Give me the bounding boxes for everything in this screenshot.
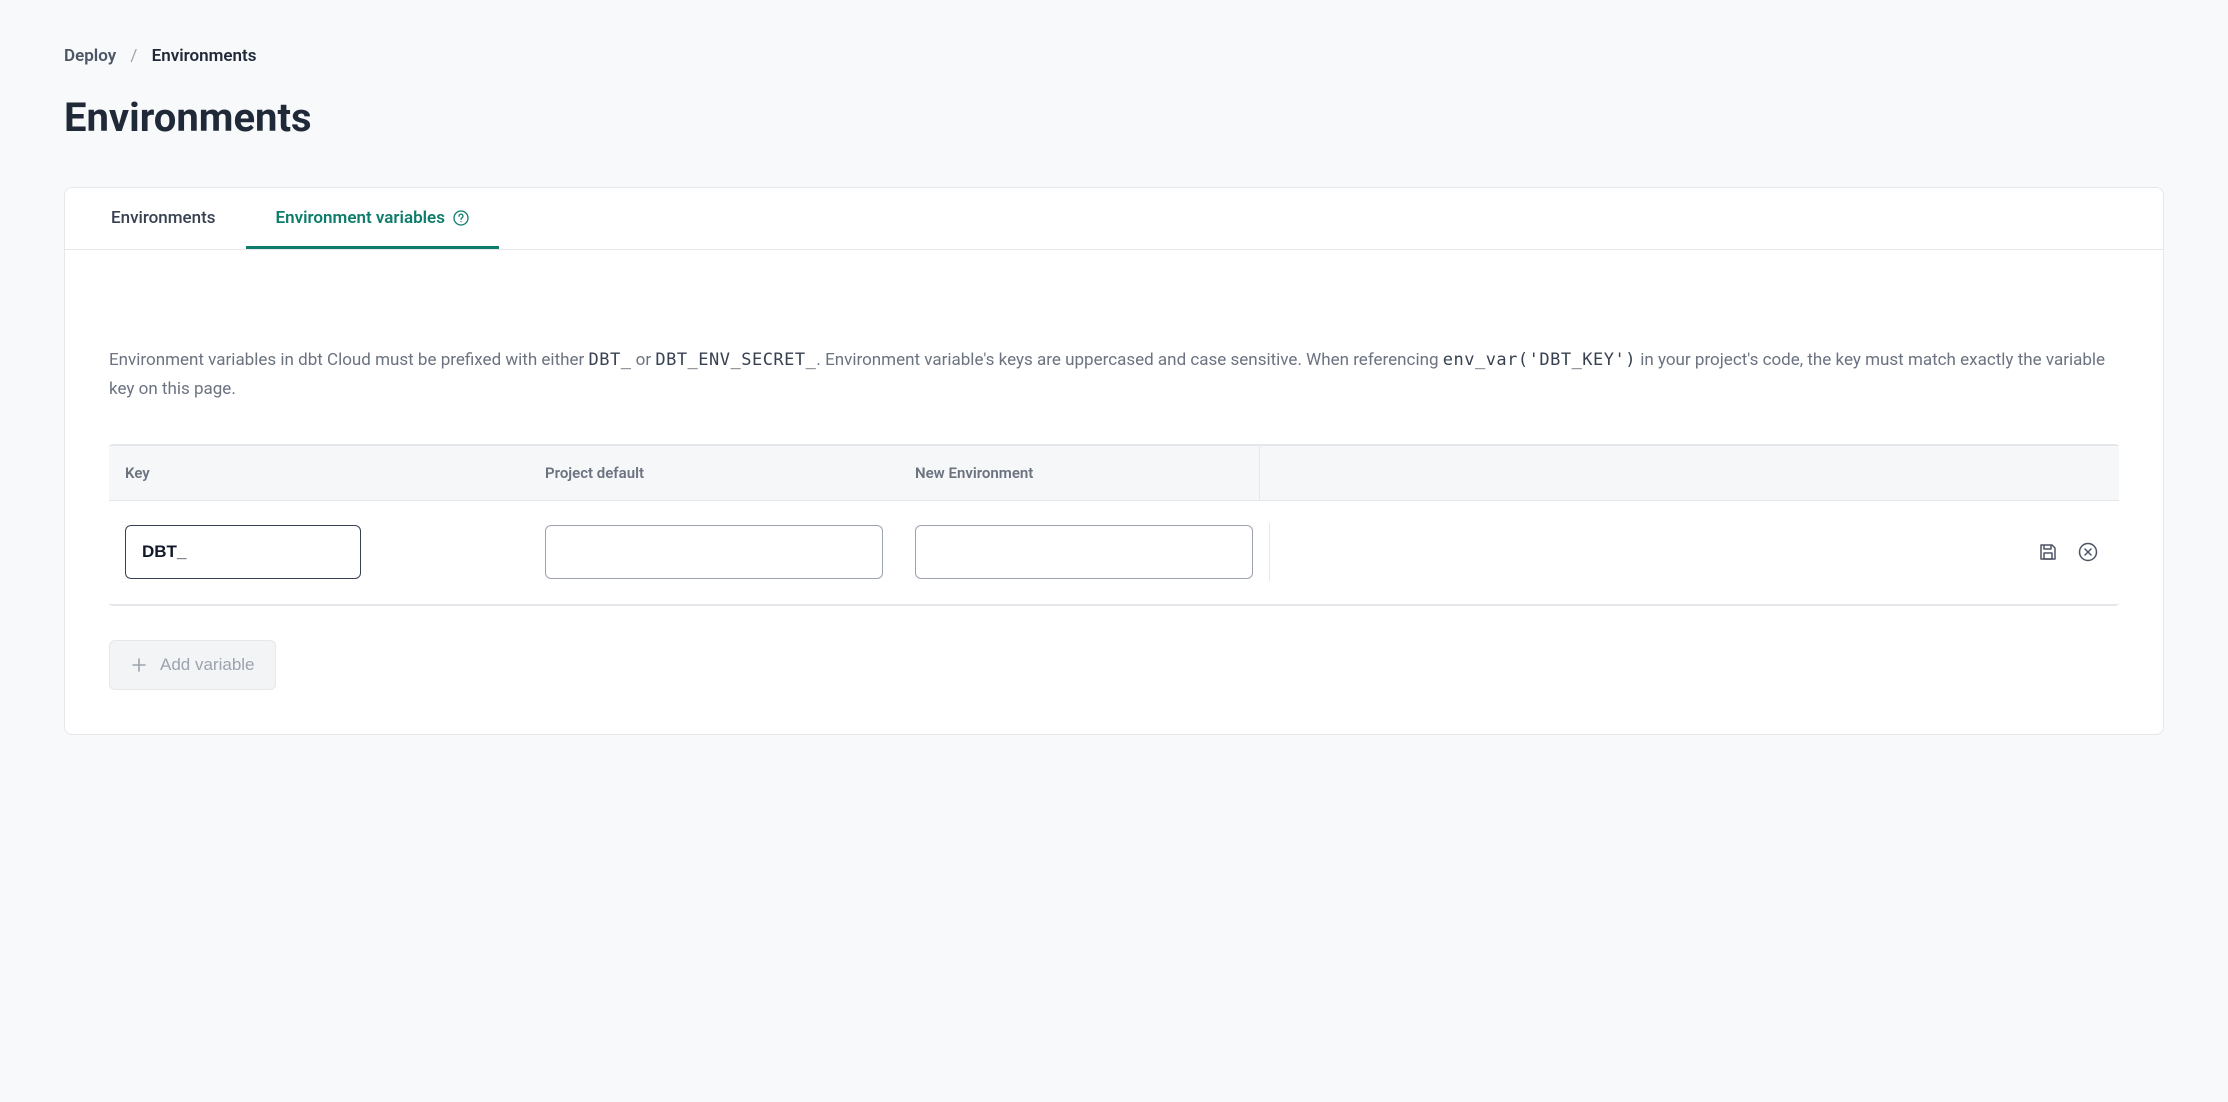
th-new-environment: New Environment [899,446,1259,500]
table-row [109,501,2119,605]
cancel-icon[interactable] [2077,541,2099,563]
tab-environments[interactable]: Environments [81,188,246,249]
breadcrumb: Deploy / Environments [64,46,2164,66]
new-environment-input[interactable] [915,525,1253,579]
th-project-default: Project default [529,446,899,500]
project-default-input[interactable] [545,525,883,579]
tab-environment-variables[interactable]: Environment variables [246,188,499,249]
add-variable-label: Add variable [160,655,255,675]
breadcrumb-current: Environments [152,46,257,66]
th-key: Key [109,446,529,500]
breadcrumb-parent[interactable]: Deploy [64,46,116,66]
page-title: Environments [64,94,2164,141]
save-icon[interactable] [2037,541,2059,563]
help-icon[interactable] [453,210,469,226]
environments-card: Environments Environment variables Envir… [64,187,2164,735]
plus-icon [130,656,148,674]
breadcrumb-separator: / [130,46,137,66]
env-var-table: Key Project default New Environment [109,444,2119,606]
add-variable-button[interactable]: Add variable [109,640,276,690]
tabs: Environments Environment variables [65,188,2163,250]
key-input[interactable] [125,525,361,579]
env-var-description: Environment variables in dbt Cloud must … [109,346,2119,404]
table-header: Key Project default New Environment [109,445,2119,501]
tab-environments-label: Environments [111,208,216,228]
th-actions [1259,446,2119,500]
tab-env-vars-label: Environment variables [276,208,445,228]
